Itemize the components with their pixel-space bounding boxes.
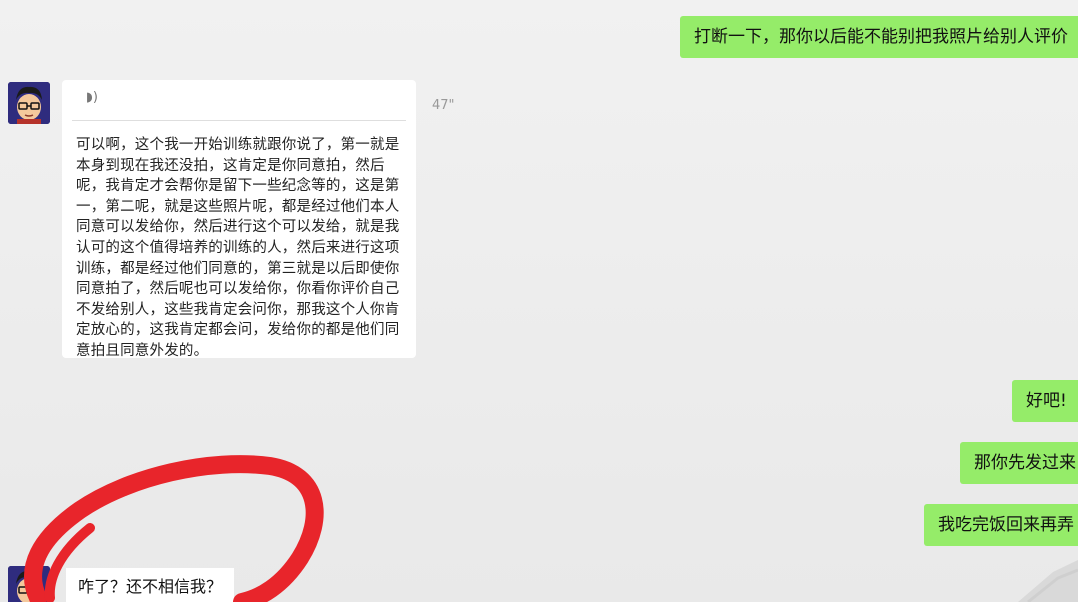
incoming-message-bubble[interactable]: 咋了？还不相信我？ [66, 568, 235, 602]
outgoing-message-bubble[interactable]: 我吃完饭回来再弄 [924, 504, 1078, 546]
avatar-cartoon-icon [8, 566, 50, 602]
message-text: 打断一下，那你以后能不能别把我照片给别人评价 [694, 27, 1068, 47]
outgoing-message-bubble[interactable]: 那你先发过来 [960, 442, 1078, 484]
message-text: 好吧! [1026, 391, 1067, 411]
message-text: 那你先发过来 [974, 453, 1076, 473]
message-text: 我吃完饭回来再弄 [938, 515, 1074, 535]
speaker-wave-icon: ◗) [86, 90, 98, 105]
sticker-edge-decoration [1018, 560, 1078, 602]
contact-avatar[interactable] [8, 82, 50, 124]
voice-play-row[interactable]: ◗) [72, 80, 406, 121]
message-text: 咋了？还不相信我？ [78, 577, 223, 596]
outgoing-message-bubble[interactable]: 好吧! [1012, 380, 1078, 422]
voice-transcript-text: 可以啊，这个我一开始训练就跟你说了，第一就是本身到现在我还没拍，这肯定是你同意拍… [76, 137, 400, 359]
avatar-cartoon-icon [8, 82, 50, 124]
contact-avatar[interactable] [8, 566, 50, 602]
voice-duration: 47" [432, 98, 455, 113]
chat-window: 打断一下，那你以后能不能别把我照片给别人评价 ◗) 可以啊，这个我一开始训练就跟… [0, 0, 1078, 602]
incoming-voice-message[interactable]: ◗) 可以啊，这个我一开始训练就跟你说了，第一就是本身到现在我还没拍，这肯定是你… [62, 80, 416, 359]
outgoing-message-bubble[interactable]: 打断一下，那你以后能不能别把我照片给别人评价 [680, 16, 1078, 58]
